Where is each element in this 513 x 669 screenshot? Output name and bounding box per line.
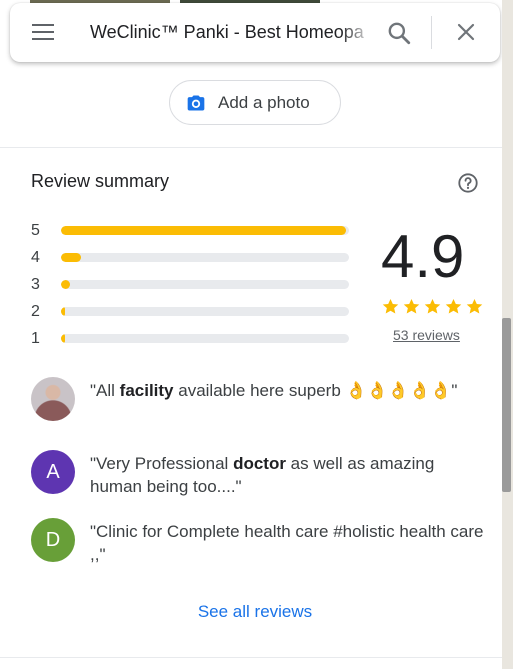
rating-bar-label: 4: [31, 249, 40, 266]
search-box: [10, 3, 500, 62]
search-fade: [340, 15, 374, 49]
rating-bar-4[interactable]: 4: [31, 247, 351, 267]
rating-bar-track: [61, 334, 349, 343]
search-divider: [431, 16, 432, 49]
rating-bar-3[interactable]: 3: [31, 274, 351, 294]
avatar[interactable]: D: [31, 518, 75, 562]
rating-bar-fill: [61, 334, 66, 343]
help-icon[interactable]: [457, 172, 479, 194]
avatar[interactable]: [31, 377, 75, 421]
search-icon[interactable]: [386, 20, 412, 46]
rating-bar-fill: [61, 280, 70, 289]
star-icon: [382, 298, 399, 314]
rating-bar-fill: [61, 226, 347, 235]
add-photo-button[interactable]: Add a photo: [169, 80, 341, 125]
rating-bar-label: 1: [31, 330, 40, 347]
rating-bar-fill: [61, 307, 66, 316]
scrollbar[interactable]: [502, 318, 511, 492]
rating-bar-2[interactable]: 2: [31, 301, 351, 321]
review-text: "Very Professional doctor as well as ama…: [90, 454, 435, 496]
add-photo-label: Add a photo: [218, 92, 310, 112]
star-icon: [424, 298, 441, 314]
camera-icon: [187, 95, 205, 110]
see-all-reviews-link[interactable]: See all reviews: [0, 602, 502, 622]
review-text: "Clinic for Complete health care #holist…: [90, 522, 484, 564]
rating-bar-track: [61, 280, 349, 289]
review-keyword: facility: [119, 381, 174, 400]
rating-bar-track: [61, 226, 349, 235]
star-icon: [466, 298, 483, 314]
section-divider: [0, 147, 502, 148]
rating-bar-5[interactable]: 5: [31, 220, 351, 240]
rating-bar-label: 2: [31, 303, 40, 320]
reviews-count-link[interactable]: 53 reviews: [393, 327, 460, 343]
close-icon[interactable]: [454, 20, 478, 44]
rating-bar-track: [61, 307, 349, 316]
average-rating: 4.9: [381, 223, 465, 290]
rating-bar-fill: [61, 253, 82, 262]
star-icon: [445, 298, 462, 314]
review-summary-title: Review summary: [31, 171, 170, 191]
star-icon: [403, 298, 420, 314]
section-divider: [0, 657, 502, 658]
menu-icon[interactable]: [32, 22, 56, 42]
rating-bar-label: 3: [31, 276, 40, 293]
search-input[interactable]: [90, 17, 370, 47]
rating-bar-1[interactable]: 1: [31, 328, 351, 348]
rating-bar-track: [61, 253, 349, 262]
rating-bar-label: 5: [31, 222, 40, 239]
star-rating: [381, 297, 486, 316]
avatar[interactable]: A: [31, 450, 75, 494]
place-panel: Add a photo Review summary 5 4 3 2 1 4.9 53 …: [0, 0, 502, 669]
review-keyword: doctor: [233, 454, 286, 473]
review-text: "All facility available here superb 👌👌👌👌…: [90, 381, 458, 400]
